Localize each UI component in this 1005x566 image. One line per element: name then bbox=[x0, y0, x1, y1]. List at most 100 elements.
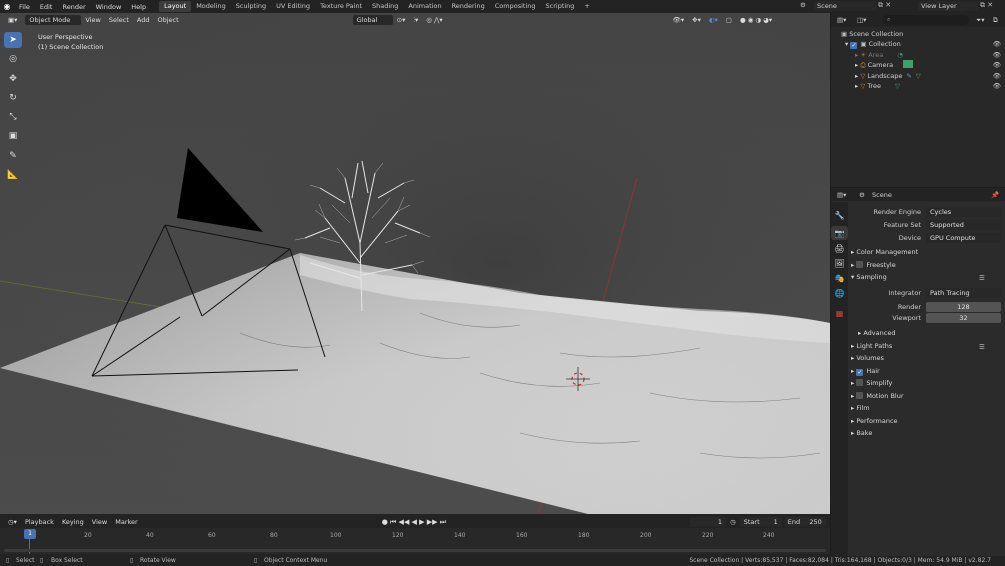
filter-icon[interactable]: ⏷▾ bbox=[976, 16, 984, 25]
panel-hair[interactable]: ▸ ✓ Hair bbox=[851, 366, 880, 377]
view-layer-tab-icon[interactable]: 🖼 bbox=[831, 256, 848, 270]
end-frame-field[interactable]: End 250 bbox=[783, 516, 826, 527]
world-tab-icon[interactable]: 🌐 bbox=[831, 286, 848, 300]
panel-motion-blur[interactable]: ▸ Motion Blur bbox=[851, 391, 904, 402]
menu-render[interactable]: Render bbox=[57, 3, 90, 11]
outliner-item-camera[interactable]: ▸ ⎙ Camera 👁 bbox=[855, 60, 1005, 71]
pivot-icon[interactable]: ⊙▾ bbox=[393, 15, 410, 25]
tab-sculpting[interactable]: Sculpting bbox=[231, 1, 271, 12]
render-samples-field[interactable]: 128 bbox=[926, 302, 1001, 312]
scene-icon[interactable]: ⚙ bbox=[800, 1, 810, 11]
tab-rendering[interactable]: Rendering bbox=[447, 1, 490, 12]
gizmo-icon[interactable]: ✥▾ bbox=[688, 15, 705, 25]
properties-editor-icon[interactable]: ▤▾ bbox=[837, 191, 846, 199]
tab-shading[interactable]: Shading bbox=[367, 1, 403, 12]
menu-timeline-view[interactable]: View bbox=[88, 517, 111, 527]
timeline[interactable]: ◷▾ Playback Keying View Marker ● ⏮ ◀◀ ◀ … bbox=[0, 514, 830, 556]
editor-type-icon[interactable]: ▣▾ bbox=[4, 15, 21, 25]
outliner-item-tree[interactable]: ▸ ▽ Tree ▽ 👁 bbox=[855, 81, 1005, 92]
menu-marker[interactable]: Marker bbox=[111, 517, 141, 527]
panel-simplify[interactable]: ▸ Simplify bbox=[851, 378, 892, 389]
xray-icon[interactable]: ▢ bbox=[722, 15, 736, 25]
output-tab-icon[interactable]: 🖨 bbox=[831, 241, 848, 255]
simplify-checkbox[interactable] bbox=[856, 379, 864, 386]
feature-set-select[interactable]: Supported bbox=[926, 220, 1001, 230]
hair-checkbox[interactable]: ✓ bbox=[856, 369, 864, 376]
tab-compositing[interactable]: Compositing bbox=[490, 1, 541, 12]
tab-animation[interactable]: Animation bbox=[403, 1, 446, 12]
collection-checkbox[interactable]: ✓ bbox=[850, 42, 858, 49]
rotate-tool-icon[interactable]: ↻ bbox=[4, 90, 22, 106]
proportional-edit-icon[interactable]: ◎ ⋀▾ bbox=[422, 15, 446, 25]
scene-tab-icon[interactable]: 🎭 bbox=[831, 271, 848, 285]
preview-range-icon[interactable]: ◷ bbox=[726, 517, 740, 527]
add-workspace-button[interactable]: + bbox=[579, 1, 594, 12]
select-tool-icon[interactable]: ➤ bbox=[4, 32, 22, 48]
tab-uv-editing[interactable]: UV Editing bbox=[271, 1, 315, 12]
menu-edit[interactable]: Edit bbox=[35, 3, 58, 11]
menu-keying[interactable]: Keying bbox=[58, 517, 88, 527]
new-collection-icon[interactable]: ⧉ bbox=[993, 16, 998, 25]
panel-advanced[interactable]: ▸ Advanced bbox=[858, 328, 895, 339]
eye-icon[interactable]: 👁 bbox=[993, 39, 1001, 50]
current-frame-field[interactable]: 1 bbox=[690, 516, 727, 527]
tab-layout[interactable]: Layout bbox=[159, 1, 192, 12]
menu-add[interactable]: Add bbox=[133, 15, 154, 25]
panel-bake[interactable]: ▸ Bake bbox=[851, 428, 872, 439]
menu-playback[interactable]: Playback bbox=[21, 517, 58, 527]
panel-film[interactable]: ▸ Film bbox=[851, 403, 870, 414]
freestyle-checkbox[interactable] bbox=[856, 261, 864, 268]
viewport-samples-field[interactable]: 32 bbox=[926, 313, 1001, 323]
menu-select[interactable]: Select bbox=[105, 15, 133, 25]
panel-volumes[interactable]: ▸ Volumes bbox=[851, 353, 884, 364]
playback-controls[interactable]: ● ⏮ ◀◀ ◀ ▶ ▶▶ ⏭ bbox=[378, 517, 450, 527]
panel-freestyle[interactable]: ▸ Freestyle bbox=[851, 260, 896, 271]
panel-performance[interactable]: ▸ Performance bbox=[851, 416, 898, 427]
transform-orientation-selector[interactable]: Global bbox=[352, 15, 393, 25]
tab-modeling[interactable]: Modeling bbox=[191, 1, 231, 12]
scale-tool-icon[interactable]: ⤡ bbox=[4, 109, 22, 125]
outliner-search-input[interactable] bbox=[883, 15, 969, 25]
shading-modes-icon[interactable]: ● ◉ ◑ ◕▾ bbox=[736, 15, 776, 25]
overlays-icon[interactable]: ◐▾ bbox=[705, 15, 722, 25]
eye-icon[interactable]: 👁 bbox=[993, 81, 1001, 92]
scene-actions-icon[interactable]: ⧉ ✕ bbox=[878, 1, 902, 11]
menu-window[interactable]: Window bbox=[91, 3, 127, 11]
outliner-editor-icon[interactable]: ▤▾ bbox=[837, 16, 846, 24]
motion-blur-checkbox[interactable] bbox=[856, 392, 864, 399]
tool-tab-icon[interactable]: 🔧 bbox=[831, 208, 848, 222]
collection-row[interactable]: ▾ ✓ ▣ Collection 👁 bbox=[845, 39, 1005, 50]
measure-tool-icon[interactable]: 📐 bbox=[4, 167, 22, 183]
panel-light-paths[interactable]: ▸ Light Paths bbox=[851, 341, 892, 352]
scene-selector[interactable]: Scene bbox=[814, 1, 876, 11]
render-tab-icon[interactable]: 📷 bbox=[831, 226, 848, 240]
menu-view[interactable]: View bbox=[81, 15, 104, 25]
timeline-editor-icon[interactable]: ◷▾ bbox=[4, 517, 21, 527]
panel-sampling[interactable]: ▾ Sampling bbox=[851, 272, 887, 283]
texture-tab-icon[interactable]: ▦ bbox=[831, 306, 848, 320]
panel-color-management[interactable]: ▸ Color Management bbox=[851, 247, 918, 258]
blender-logo-icon[interactable]: ◉ bbox=[0, 2, 14, 11]
visibility-icon[interactable]: 👁▾ bbox=[669, 15, 689, 25]
integrator-select[interactable]: Path Tracing bbox=[926, 288, 1001, 298]
start-frame-field[interactable]: Start 1 bbox=[739, 516, 782, 527]
mode-selector[interactable]: Object Mode bbox=[25, 15, 82, 25]
light-paths-presets-icon[interactable]: ☰ bbox=[979, 343, 985, 351]
move-tool-icon[interactable]: ✥ bbox=[4, 71, 22, 87]
eye-icon[interactable]: 👁 bbox=[993, 60, 1001, 71]
timeline-scrollbar[interactable] bbox=[4, 549, 826, 552]
transform-tool-icon[interactable]: ▣ bbox=[4, 128, 22, 144]
pin-icon[interactable]: 📌 bbox=[991, 191, 999, 199]
tab-scripting[interactable]: Scripting bbox=[541, 1, 580, 12]
playhead[interactable]: 1 bbox=[24, 529, 36, 539]
annotate-tool-icon[interactable]: ✎ bbox=[4, 148, 22, 164]
view-layer-actions-icon[interactable]: ⧉ ✕ bbox=[980, 1, 1004, 11]
3d-viewport[interactable] bbox=[0, 13, 830, 514]
snap-icon[interactable]: ⫶▾ bbox=[409, 15, 422, 25]
menu-file[interactable]: File bbox=[14, 3, 35, 11]
cursor-tool-icon[interactable]: ◎ bbox=[4, 51, 22, 67]
menu-help[interactable]: Help bbox=[126, 3, 151, 11]
menu-object[interactable]: Object bbox=[154, 15, 183, 25]
display-mode-icon[interactable]: ◫▾ bbox=[857, 16, 866, 24]
view-layer-selector[interactable]: View Layer bbox=[918, 1, 978, 11]
